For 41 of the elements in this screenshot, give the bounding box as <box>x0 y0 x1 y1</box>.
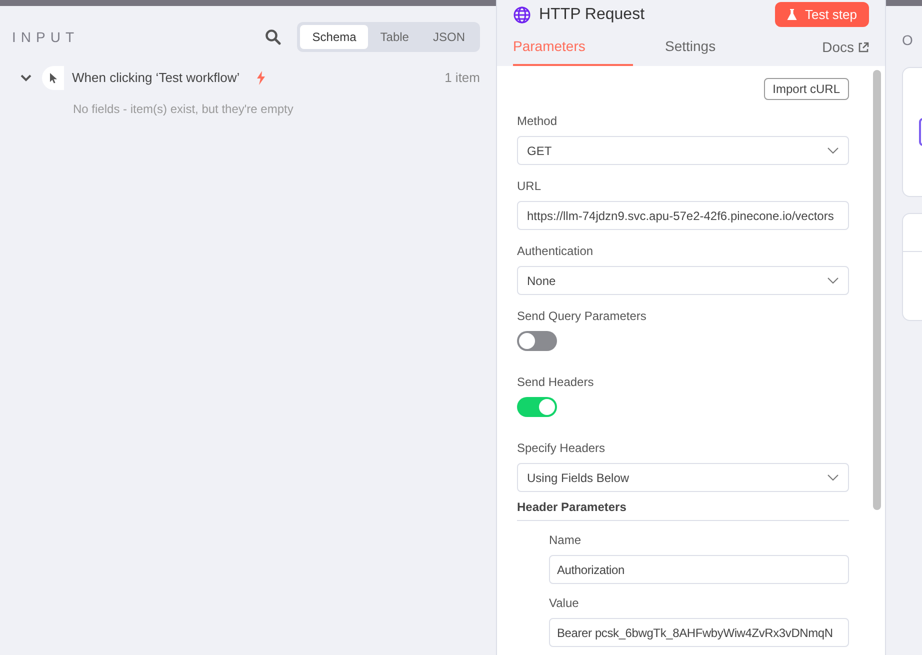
empty-message: No fields - item(s) exist, but they're empty <box>73 101 294 118</box>
select-field[interactable]: Using Fields Below <box>517 463 849 492</box>
dropdown-chevron-icon <box>827 147 839 154</box>
field-label: Send Query Parameters <box>517 308 646 325</box>
select-field[interactable]: GET <box>517 136 849 165</box>
view-tab[interactable]: Table <box>368 25 421 49</box>
view-tab[interactable]: JSON <box>420 25 477 49</box>
url-field[interactable]: https://llm-74jdzn9.svc.apu-57e2-42f6.pinecone.io/vectors <box>517 201 849 230</box>
select-field[interactable]: None <box>517 266 849 295</box>
chevron-icon[interactable] <box>20 74 32 82</box>
flask-icon <box>786 8 797 20</box>
lightning-icon <box>256 71 266 85</box>
section-heading: Header Parameters <box>517 498 849 521</box>
globe-icon <box>513 6 531 24</box>
import-curl-button[interactable]: Import cURL <box>764 78 849 100</box>
field-label: Authentication <box>517 243 594 260</box>
node-tab[interactable]: Settings <box>665 36 716 66</box>
toggle-switch[interactable] <box>517 397 557 417</box>
text-field[interactable]: Authorization <box>549 555 849 584</box>
field-label: Name <box>549 532 582 549</box>
dropdown-chevron-icon <box>827 474 839 481</box>
field-label: Value <box>549 595 579 612</box>
trigger-label: When clicking ‘Test workflow’ <box>72 69 240 88</box>
panel-title: O <box>902 31 918 50</box>
search-icon[interactable] <box>265 29 282 45</box>
trigger-node-icon <box>42 66 64 90</box>
text-field[interactable]: Bearer pcsk_6bwgTk_8AHFwbyWiw4ZvRx3vDNmqN <box>549 618 849 647</box>
scrollbar-thumb[interactable] <box>873 70 881 510</box>
field-label: Specify Headers <box>517 440 606 457</box>
item-count: 1 item <box>444 69 480 88</box>
field-label: URL <box>517 178 542 195</box>
external-link-icon <box>858 42 869 53</box>
docs-link[interactable]: Docs <box>822 37 869 66</box>
field-label: Send Headers <box>517 374 594 391</box>
dropdown-chevron-icon <box>827 277 839 284</box>
field-label: Method <box>517 113 558 130</box>
panel-title: INPUT <box>12 28 79 46</box>
view-tab[interactable]: Schema <box>300 25 368 49</box>
toggle-switch[interactable] <box>517 331 557 351</box>
node-title: HTTP Request <box>539 4 645 24</box>
top-bar <box>886 0 922 6</box>
